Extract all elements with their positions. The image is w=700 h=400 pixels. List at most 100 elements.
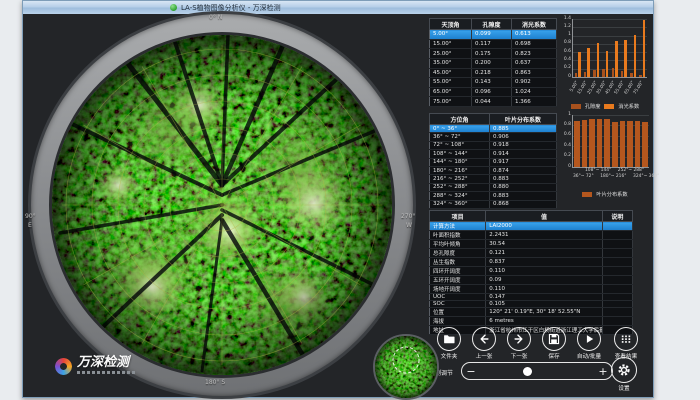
y-tick-label: 0.6 (564, 133, 571, 138)
table-row[interactable]: 叶面积指数2.2431 (430, 231, 633, 240)
table-row[interactable]: 15.00°0.1170.698 (430, 39, 557, 49)
bar-叶片分布系数 (589, 119, 594, 167)
cell (602, 308, 632, 317)
save-button-label: 保存 (537, 352, 571, 360)
table-row[interactable]: 5.00°0.0990.613 (430, 30, 557, 40)
table-row[interactable]: 65.00°0.0961.024 (430, 87, 557, 97)
bar-消光系数 (578, 52, 581, 77)
table-row[interactable]: 75.00°0.0441.366 (430, 97, 557, 107)
save-icon (547, 332, 561, 346)
slider-minus[interactable]: − (462, 366, 480, 377)
segmentation-slider[interactable]: − + (461, 362, 613, 380)
table-row[interactable]: 25.00°0.1750.823 (430, 49, 557, 59)
column-header: 叶片分布系数 (490, 114, 557, 125)
cell (602, 317, 632, 326)
canopy-image[interactable] (52, 35, 392, 375)
cell: 0.874 (490, 166, 557, 174)
column-header: 天顶角 (430, 19, 472, 30)
cell: 0.837 (486, 258, 603, 267)
cell: LAI2000 (486, 222, 603, 231)
gridline (573, 115, 649, 116)
table-row[interactable]: 108° ~ 144°0.914 (430, 150, 557, 158)
y-tick-label: 0.8 (564, 41, 571, 46)
preview-thumbnail[interactable] (373, 334, 439, 400)
cell: 0° ~ 36° (430, 125, 490, 133)
azimuth-table[interactable]: 方位角叶片分布系数0° ~ 36°0.88536° ~ 72°0.90672° … (429, 113, 556, 209)
bar-叶片分布系数 (627, 121, 632, 167)
cell: 6 metres (486, 317, 603, 326)
cell: 计算方法 (430, 222, 486, 231)
save-button[interactable]: 保存 (537, 327, 571, 360)
play-icon (582, 332, 596, 346)
cell: 180° ~ 216° (430, 166, 490, 174)
bar-孔隙度 (630, 73, 633, 77)
cell: 海拔 (430, 317, 486, 326)
cell: 0.121 (486, 249, 603, 258)
y-tick-label: 1.2 (564, 25, 571, 30)
column-header: 消光系数 (512, 19, 557, 30)
grid-icon (619, 332, 633, 346)
y-tick-label: 1 (568, 33, 571, 38)
table-row[interactable]: UOC0.147 (430, 294, 633, 301)
logo-tagline (77, 371, 135, 374)
table-row[interactable]: 288° ~ 324°0.883 (430, 192, 557, 200)
cell: 四环开阔度 (430, 267, 486, 276)
bar-叶片分布系数 (582, 120, 587, 167)
auto-batch-button[interactable]: 自动/批量 (572, 327, 606, 360)
y-tick-label: 1 (568, 113, 571, 118)
params-table[interactable]: 项目值说明计算方法LAI2000叶面积指数2.2431平均叶倾角30.54总孔隙… (429, 210, 633, 323)
slider-knob[interactable] (523, 367, 532, 376)
table-row[interactable]: 五环开阔度0.09 (430, 276, 633, 285)
table-row[interactable]: 场地开阔度0.110 (430, 285, 633, 294)
y-tick-label: 0.6 (564, 50, 571, 55)
table-row[interactable]: 55.00°0.1430.902 (430, 78, 557, 88)
table-row[interactable]: 平均叶倾角30.54 (430, 240, 633, 249)
table-row[interactable]: SOC0.105 (430, 301, 633, 308)
table-row[interactable]: 四环开阔度0.110 (430, 267, 633, 276)
bar-孔隙度 (621, 71, 624, 77)
compass-east: E (28, 223, 32, 230)
x-axis-labels: 36°~ 72° 180°~ 216° 324°~ 360° (573, 175, 659, 179)
cell: 场地开阔度 (430, 285, 486, 294)
table-row[interactable]: 0° ~ 36°0.885 (430, 125, 557, 133)
table-row[interactable]: 324° ~ 360°0.868 (430, 200, 557, 208)
cell: 0.883 (490, 192, 557, 200)
slider-track[interactable] (480, 363, 594, 379)
view-results-button[interactable]: 查看结果 (609, 327, 643, 360)
next-button[interactable]: 下一张 (502, 327, 536, 360)
table-row[interactable]: 45.00°0.2180.863 (430, 68, 557, 78)
table-row[interactable]: 36° ~ 72°0.906 (430, 133, 557, 141)
cell: 1.024 (512, 87, 557, 97)
table-row[interactable]: 252° ~ 288°0.880 (430, 183, 557, 191)
settings-button[interactable]: 设置 (607, 357, 641, 392)
title-bar[interactable]: LA-S植物图像分析仪 - 万深检测 (23, 1, 653, 15)
table-row[interactable]: 总孔隙度0.121 (430, 249, 633, 258)
cell: 0.698 (512, 39, 557, 49)
previous-button[interactable]: 上一张 (467, 327, 501, 360)
y-tick-label: 0 (568, 165, 571, 170)
cell: 叶面积指数 (430, 231, 486, 240)
table-row[interactable]: 180° ~ 216°0.874 (430, 166, 557, 174)
bar-叶片分布系数 (620, 121, 625, 167)
y-tick-label: 0.4 (564, 144, 571, 149)
bar-孔隙度 (584, 72, 587, 77)
cell: 35.00° (430, 58, 472, 68)
cell: 72° ~ 108° (430, 141, 490, 149)
table-row[interactable]: 丛生指数0.837 (430, 258, 633, 267)
cell: 30.54 (486, 240, 603, 249)
table-row[interactable]: 海拔6 metres (430, 317, 633, 326)
table-row[interactable]: 位置120° 21' 0.19"E, 30° 18' 52.55"N (430, 308, 633, 317)
y-tick-label: 0.2 (564, 154, 571, 159)
cell: 0.143 (472, 78, 512, 88)
window-title: LA-S植物图像分析仪 - 万深检测 (181, 3, 281, 13)
gear-icon (616, 362, 632, 378)
bar-叶片分布系数 (642, 122, 647, 167)
table-row[interactable]: 35.00°0.2000.637 (430, 58, 557, 68)
table-row[interactable]: 216° ~ 252°0.883 (430, 175, 557, 183)
cell (602, 267, 632, 276)
zenith-table[interactable]: 天顶角孔隙度消光系数5.00°0.0990.61315.00°0.1170.69… (429, 18, 556, 107)
table-row[interactable]: 72° ~ 108°0.918 (430, 141, 557, 149)
table-row[interactable]: 144° ~ 180°0.917 (430, 158, 557, 166)
table-row[interactable]: 计算方法LAI2000 (430, 222, 633, 231)
logo-swirl-icon (55, 358, 72, 375)
